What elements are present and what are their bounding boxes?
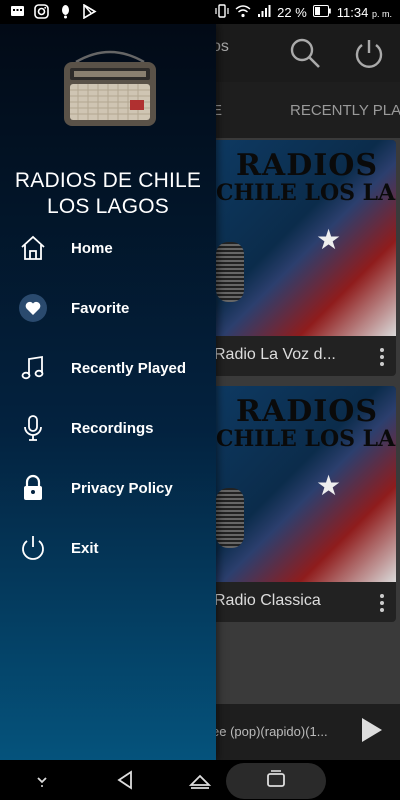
station-artwork: RADIOS CHILE LOS LAGOS ★ [206,140,396,336]
power-button-icon[interactable] [352,36,386,70]
menu-label: Exit [71,539,99,557]
menu-item-home[interactable]: Home [0,224,216,272]
back-icon[interactable] [114,768,138,792]
station-name: Radio Classica [214,592,321,609]
play-icon[interactable] [362,718,382,742]
microphone-icon [216,242,244,302]
notification-icons [10,3,97,20]
screen: 22 % 11:34 p. m. os E RECENTLY PLA RADIO… [0,0,400,800]
station-card[interactable]: RADIOS CHILE LOS LAGOS ★ Radio Classica [206,386,396,622]
more-options-icon[interactable] [380,348,384,366]
heart-icon [18,293,48,323]
menu-label: Recently Played [71,359,187,377]
station-artwork: RADIOS CHILE LOS LAGOS ★ [206,386,396,582]
artwork-text: CHILE LOS LAGOS [216,180,396,206]
menu-label: Home [71,239,113,257]
recents-icon[interactable] [264,768,288,792]
navigation-drawer: RADIOS DE CHILE LOS LAGOS Home Favorite [0,24,216,760]
signal-icon [257,4,271,21]
alert-icon [58,4,73,19]
home-icon [18,233,48,263]
tab-recently-played[interactable]: RECENTLY PLA [290,102,400,119]
lock-icon [18,473,48,503]
station-card[interactable]: RADIOS CHILE LOS LAGOS ★ Radio La Voz d.… [206,140,396,376]
menu-item-favorite[interactable]: Favorite [0,284,216,332]
menu-item-recordings[interactable]: Recordings [0,404,216,452]
artwork-text: CHILE LOS LAGOS [216,426,396,452]
now-playing-title: ee (pop)(rapido)(1... [212,724,328,739]
home-nav-icon[interactable] [188,768,212,792]
system-status: 22 % 11:34 p. m. [215,4,392,21]
power-icon [18,533,48,563]
star-icon: ★ [316,224,342,255]
music-note-icon [18,353,48,383]
sms-icon [10,4,25,19]
menu-label: Recordings [71,419,154,437]
wifi-icon [235,4,251,21]
more-options-icon[interactable] [380,594,384,612]
hide-keyboard-icon[interactable] [30,768,54,792]
menu-item-recently-played[interactable]: Recently Played [0,344,216,392]
battery-percent: 22 % [277,5,307,20]
app-name-line1: RADIOS DE CHILE [14,169,202,192]
menu-item-exit[interactable]: Exit [0,524,216,572]
menu-item-privacy-policy[interactable]: Privacy Policy [0,464,216,512]
clock: 11:34 [336,5,369,20]
artwork-text: RADIOS [236,394,379,429]
status-bar: 22 % 11:34 p. m. [0,0,400,24]
microphone-icon [216,488,244,548]
retro-radio-logo [62,48,158,128]
menu-label: Favorite [71,299,130,317]
star-icon: ★ [316,470,342,501]
station-name: Radio La Voz d... [214,346,336,363]
search-icon[interactable] [288,36,322,70]
microphone-icon [18,413,48,443]
clock-ampm: p. m. [371,9,392,19]
battery-icon [312,5,331,20]
app-name-line2: LOS LAGOS [46,195,170,218]
app-name: RADIOS DE CHILE LOS LAGOS [0,168,216,220]
system-navigation-bar [0,760,400,800]
instagram-icon [34,4,49,19]
artwork-text: RADIOS [236,148,379,183]
vibrate-icon [215,4,229,21]
menu-label: Privacy Policy [71,479,173,497]
play-store-icon [82,3,97,20]
